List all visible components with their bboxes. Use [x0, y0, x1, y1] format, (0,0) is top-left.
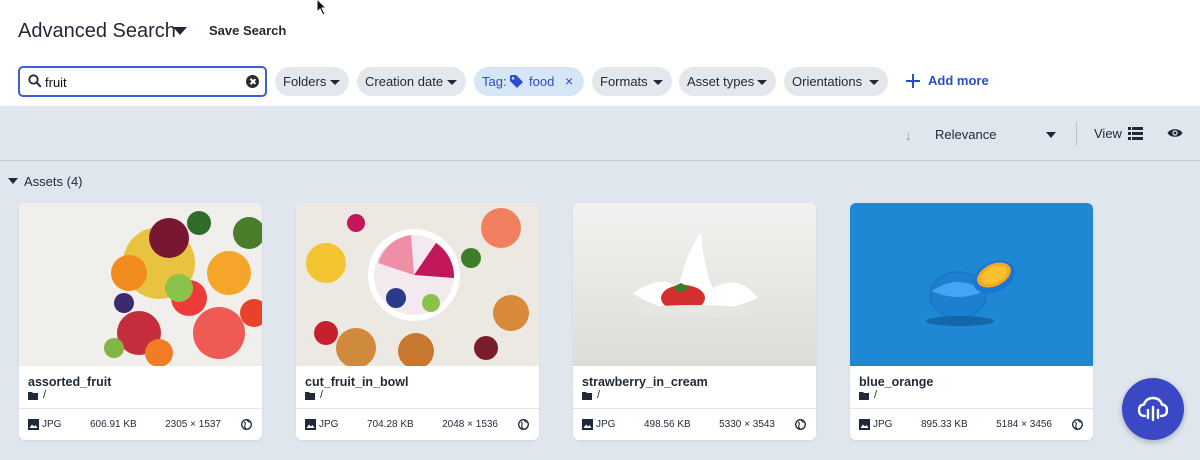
asset-name: assorted_fruit: [28, 375, 112, 389]
collapse-triangle-icon: [8, 178, 18, 184]
clear-search-icon[interactable]: [246, 75, 259, 88]
asset-folder-path: /: [43, 389, 47, 401]
creation-date-filter[interactable]: Creation date: [357, 67, 466, 96]
search-input[interactable]: [45, 72, 235, 92]
tag-filter-chip[interactable]: Tag: food ×: [474, 67, 584, 96]
search-header: Advanced Search Save Search Folders Crea…: [0, 0, 1200, 106]
asset-thumbnail: [850, 203, 1093, 366]
asset-types-filter-label: Asset types: [687, 74, 755, 89]
folders-filter-label: Folders: [283, 74, 327, 89]
search-icon: [28, 74, 42, 88]
asset-format: JPG: [596, 419, 616, 430]
formats-filter-label: Formats: [600, 74, 648, 89]
asset-dimensions: 5330 × 3543: [719, 419, 775, 430]
assets-count-label: Assets (4): [24, 174, 83, 189]
asset-name: cut_fruit_in_bowl: [305, 375, 409, 389]
asset-thumbnail: [573, 203, 816, 366]
list-view-icon[interactable]: [1128, 127, 1143, 140]
card-divider: [573, 408, 816, 409]
tag-filter-label: Tag:: [482, 74, 507, 89]
image-icon: [582, 419, 593, 430]
results-toolbar: ↓ Relevance View: [0, 106, 1200, 161]
asset-name: strawberry_in_cream: [582, 375, 708, 389]
tag-filter-value: food: [529, 74, 555, 89]
asset-card[interactable]: cut_fruit_in_bowl / JPG 704.28 KB 2048 ×…: [296, 203, 539, 440]
folder-icon: [859, 392, 869, 400]
asset-dimensions: 2305 × 1537: [165, 419, 221, 430]
card-divider: [296, 408, 539, 409]
page-title: Advanced Search: [18, 20, 176, 42]
title-dropdown-caret-icon[interactable]: [173, 27, 187, 35]
plus-icon: [906, 74, 920, 88]
formats-filter[interactable]: Formats: [592, 67, 672, 96]
globe-icon: [795, 419, 806, 430]
asset-folder-path: /: [320, 389, 324, 401]
asset-thumbnail: [296, 203, 539, 366]
sort-dropdown-caret-icon[interactable]: [1046, 132, 1056, 138]
globe-icon: [241, 419, 252, 430]
asset-thumbnail: [19, 203, 262, 366]
chevron-down-icon: [653, 80, 663, 85]
sort-select-value[interactable]: Relevance: [935, 127, 996, 142]
orientations-filter-label: Orientations: [792, 74, 863, 89]
cloud-upload-icon: [1138, 396, 1168, 422]
asset-format: JPG: [42, 419, 62, 430]
folder-icon: [28, 392, 38, 400]
upload-fab-button[interactable]: [1122, 378, 1184, 440]
folders-filter[interactable]: Folders: [275, 67, 349, 96]
eye-icon[interactable]: [1167, 127, 1183, 139]
add-more-label: Add more: [928, 73, 989, 88]
results-area: ↓ Relevance View Assets (4) assorted_fru…: [0, 106, 1200, 460]
chevron-down-icon: [869, 80, 879, 85]
asset-folder-path: /: [874, 389, 878, 401]
asset-card[interactable]: blue_orange / JPG 895.33 KB 5184 × 3456: [850, 203, 1093, 440]
asset-card[interactable]: strawberry_in_cream / JPG 498.56 KB 5330…: [573, 203, 816, 440]
asset-size: 704.28 KB: [367, 419, 414, 430]
tag-icon: [510, 75, 523, 88]
card-divider: [850, 408, 1093, 409]
image-icon: [305, 419, 316, 430]
card-divider: [19, 408, 262, 409]
folder-icon: [582, 392, 592, 400]
asset-types-filter[interactable]: Asset types: [679, 67, 776, 96]
folder-icon: [305, 392, 315, 400]
asset-size: 498.56 KB: [644, 419, 691, 430]
asset-dimensions: 5184 × 3456: [996, 419, 1052, 430]
asset-format: JPG: [873, 419, 893, 430]
mouse-cursor-icon: [316, 0, 328, 16]
chevron-down-icon: [330, 80, 340, 85]
orientations-filter[interactable]: Orientations: [784, 67, 888, 96]
toolbar-divider: [1076, 122, 1077, 146]
asset-name: blue_orange: [859, 375, 934, 389]
search-box[interactable]: [18, 66, 267, 97]
image-icon: [28, 419, 39, 430]
sort-direction-icon[interactable]: ↓: [905, 128, 912, 143]
chevron-down-icon: [757, 80, 767, 85]
view-label: View: [1094, 126, 1122, 141]
creation-date-filter-label: Creation date: [365, 74, 444, 89]
asset-dimensions: 2048 × 1536: [442, 419, 498, 430]
asset-folder-path: /: [597, 389, 601, 401]
asset-size: 895.33 KB: [921, 419, 968, 430]
image-icon: [859, 419, 870, 430]
globe-icon: [1072, 419, 1083, 430]
globe-icon: [518, 419, 529, 430]
asset-size: 606.91 KB: [90, 419, 137, 430]
asset-card[interactable]: assorted_fruit / JPG 606.91 KB 2305 × 15…: [19, 203, 262, 440]
chevron-down-icon: [447, 80, 457, 85]
remove-tag-icon[interactable]: ×: [565, 67, 573, 96]
asset-format: JPG: [319, 419, 339, 430]
save-search-button[interactable]: Save Search: [209, 23, 286, 38]
